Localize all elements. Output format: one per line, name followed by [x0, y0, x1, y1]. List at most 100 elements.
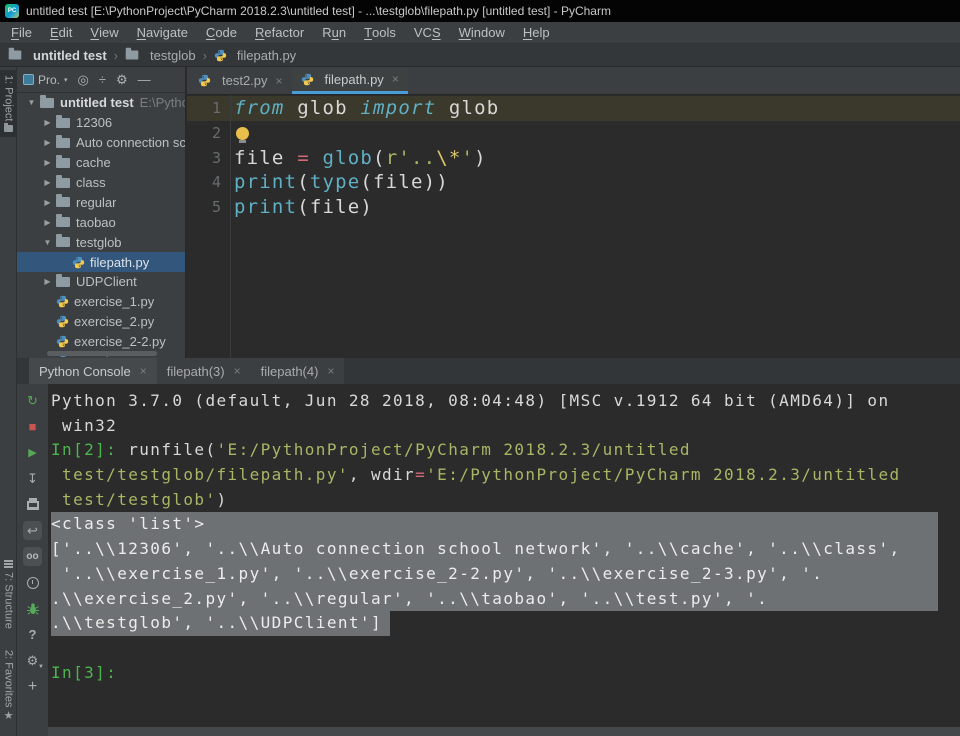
- console-selected-line: <class 'list'>: [51, 512, 938, 537]
- soft-wrap-icon[interactable]: ↩: [23, 521, 42, 540]
- intention-lightbulb-icon[interactable]: [236, 127, 249, 140]
- gear-icon[interactable]: ⚙▼: [23, 651, 42, 670]
- breadcrumb-item-filepath[interactable]: filepath.py: [214, 48, 296, 63]
- menu-tools[interactable]: Tools: [355, 22, 405, 43]
- project-view-selector[interactable]: Pro. ▾: [23, 73, 68, 87]
- menu-bar: File Edit View Navigate Code Refactor Ru…: [0, 22, 960, 44]
- code-line-4: 4 print(type(file)): [187, 170, 960, 195]
- folder-icon: [56, 197, 70, 207]
- chevron-expanded-icon[interactable]: ▼: [23, 98, 40, 107]
- menu-file[interactable]: File: [2, 22, 41, 43]
- console-tab-filepath3[interactable]: filepath(3) ×: [157, 358, 251, 384]
- python-file-icon: [198, 74, 211, 87]
- tab-label: filepath(4): [261, 364, 319, 379]
- breadcrumb-item-project[interactable]: untitled test: [8, 48, 107, 63]
- gear-icon[interactable]: ⚙: [116, 73, 128, 86]
- menu-code[interactable]: Code: [197, 22, 246, 43]
- chevron-collapsed-icon[interactable]: ▶: [39, 118, 56, 127]
- editor-area: test2.py × filepath.py × 1 from glob imp…: [187, 67, 960, 358]
- chevron-collapsed-icon[interactable]: ▶: [39, 158, 56, 167]
- menu-window[interactable]: Window: [450, 22, 514, 43]
- tree-row-folder[interactable]: ▶ class: [17, 173, 185, 193]
- chevron-collapsed-icon[interactable]: ▶: [39, 277, 56, 286]
- tree-row-folder[interactable]: ▶ 12306: [17, 113, 185, 133]
- tree-horizontal-scrollbar[interactable]: [47, 351, 157, 356]
- folder-icon: [56, 138, 70, 148]
- tree-label: class: [76, 175, 106, 190]
- chevron-collapsed-icon[interactable]: ▶: [39, 198, 56, 207]
- chevron-collapsed-icon[interactable]: ▶: [39, 218, 56, 227]
- print-icon[interactable]: [23, 495, 42, 514]
- console-line: Python 3.7.0 (default, Jun 28 2018, 08:0…: [51, 389, 960, 414]
- rerun-icon[interactable]: ↻: [23, 391, 42, 410]
- tree-label: 12306: [76, 115, 112, 130]
- tree-row-folder-testglob[interactable]: ▼ testglob: [17, 232, 185, 252]
- tree-row-filepath-selected[interactable]: filepath.py: [17, 252, 185, 272]
- menu-run[interactable]: Run: [313, 22, 355, 43]
- tree-row-file[interactable]: exercise_2-2.py: [17, 332, 185, 352]
- structure-icon: [4, 560, 13, 568]
- help-icon[interactable]: ?: [23, 625, 42, 644]
- menu-navigate[interactable]: Navigate: [128, 22, 197, 43]
- tree-row-file[interactable]: exercise_2.py: [17, 312, 185, 332]
- tree-row-folder[interactable]: ▶ UDPClient: [17, 272, 185, 292]
- close-icon[interactable]: ×: [276, 74, 283, 88]
- stop-icon[interactable]: ■: [23, 417, 42, 436]
- hide-panel-icon[interactable]: —: [138, 73, 151, 86]
- tree-row-folder[interactable]: ▶ taobao: [17, 212, 185, 232]
- line-number: 5: [187, 195, 230, 220]
- breadcrumb-item-testglob[interactable]: testglob: [125, 48, 196, 63]
- toolwindow-button-structure[interactable]: 7: Structure: [0, 555, 17, 634]
- menu-vcs[interactable]: VCS: [405, 22, 450, 43]
- locate-file-icon[interactable]: ◎: [78, 73, 89, 86]
- code-text: from glob import glob: [230, 96, 499, 121]
- console-tab-filepath4[interactable]: filepath(4) ×: [251, 358, 345, 384]
- console-horizontal-scrollbar[interactable]: [48, 727, 960, 736]
- toolwindow-button-project[interactable]: 1: Project: [0, 70, 17, 137]
- folder-icon: [56, 118, 70, 128]
- console-tab-python-console[interactable]: Python Console ×: [29, 358, 157, 384]
- console-output[interactable]: Python 3.7.0 (default, Jun 28 2018, 08:0…: [48, 384, 960, 727]
- toolwindow-button-favorites[interactable]: 2: Favorites ★: [0, 645, 17, 727]
- scroll-to-end-icon[interactable]: ↧: [23, 469, 42, 488]
- editor-tab-filepath[interactable]: filepath.py ×: [292, 67, 408, 94]
- history-icon[interactable]: [23, 573, 42, 592]
- menu-view[interactable]: View: [81, 22, 127, 43]
- tree-label: testglob: [76, 235, 122, 250]
- breadcrumb-label: filepath.py: [237, 48, 296, 63]
- editor-tab-test2[interactable]: test2.py ×: [189, 67, 292, 94]
- tree-label: exercise_2.py: [74, 314, 154, 329]
- console-line: test/testglob/filepath.py', wdir='E:/Pyt…: [51, 463, 960, 488]
- close-icon[interactable]: ×: [392, 72, 399, 86]
- attach-debugger-icon[interactable]: [23, 599, 42, 618]
- show-variables-icon[interactable]: oo: [23, 547, 42, 566]
- tree-row-root[interactable]: ▼ untitled testE:\PythonP: [17, 93, 185, 113]
- chevron-expanded-icon[interactable]: ▼: [39, 238, 56, 247]
- tree-row-folder[interactable]: ▶ Auto connection school network: [17, 133, 185, 153]
- tree-row-file[interactable]: exercise_1.py: [17, 292, 185, 312]
- console-prompt[interactable]: In[3]:: [51, 661, 960, 686]
- menu-refactor[interactable]: Refactor: [246, 22, 313, 43]
- close-icon[interactable]: ×: [140, 364, 147, 378]
- left-stripe: 1: Project 7: Structure 2: Favorites ★: [0, 67, 17, 736]
- close-icon[interactable]: ×: [327, 364, 334, 378]
- menu-help[interactable]: Help: [514, 22, 559, 43]
- add-console-icon[interactable]: +: [23, 677, 42, 696]
- menu-edit[interactable]: Edit: [41, 22, 81, 43]
- breadcrumb-separator: ›: [114, 48, 118, 63]
- collapse-all-icon[interactable]: ÷: [99, 73, 106, 86]
- close-icon[interactable]: ×: [234, 364, 241, 378]
- tab-label: filepath.py: [325, 72, 384, 87]
- chevron-down-icon: ▾: [64, 76, 68, 84]
- chevron-collapsed-icon[interactable]: ▶: [39, 178, 56, 187]
- editor-body[interactable]: 1 from glob import glob 2 3 file = glob(…: [187, 95, 960, 358]
- console-line: In[2]: runfile('E:/PythonProject/PyCharm…: [51, 438, 960, 463]
- tree-label: taobao: [76, 215, 116, 230]
- tab-label: filepath(3): [167, 364, 225, 379]
- execute-icon[interactable]: ▶: [23, 443, 42, 462]
- tree-row-folder[interactable]: ▶ regular: [17, 192, 185, 212]
- tree-row-folder[interactable]: ▶ cache: [17, 153, 185, 173]
- folder-icon: [56, 178, 70, 188]
- folder-icon: [126, 51, 139, 60]
- chevron-collapsed-icon[interactable]: ▶: [39, 138, 56, 147]
